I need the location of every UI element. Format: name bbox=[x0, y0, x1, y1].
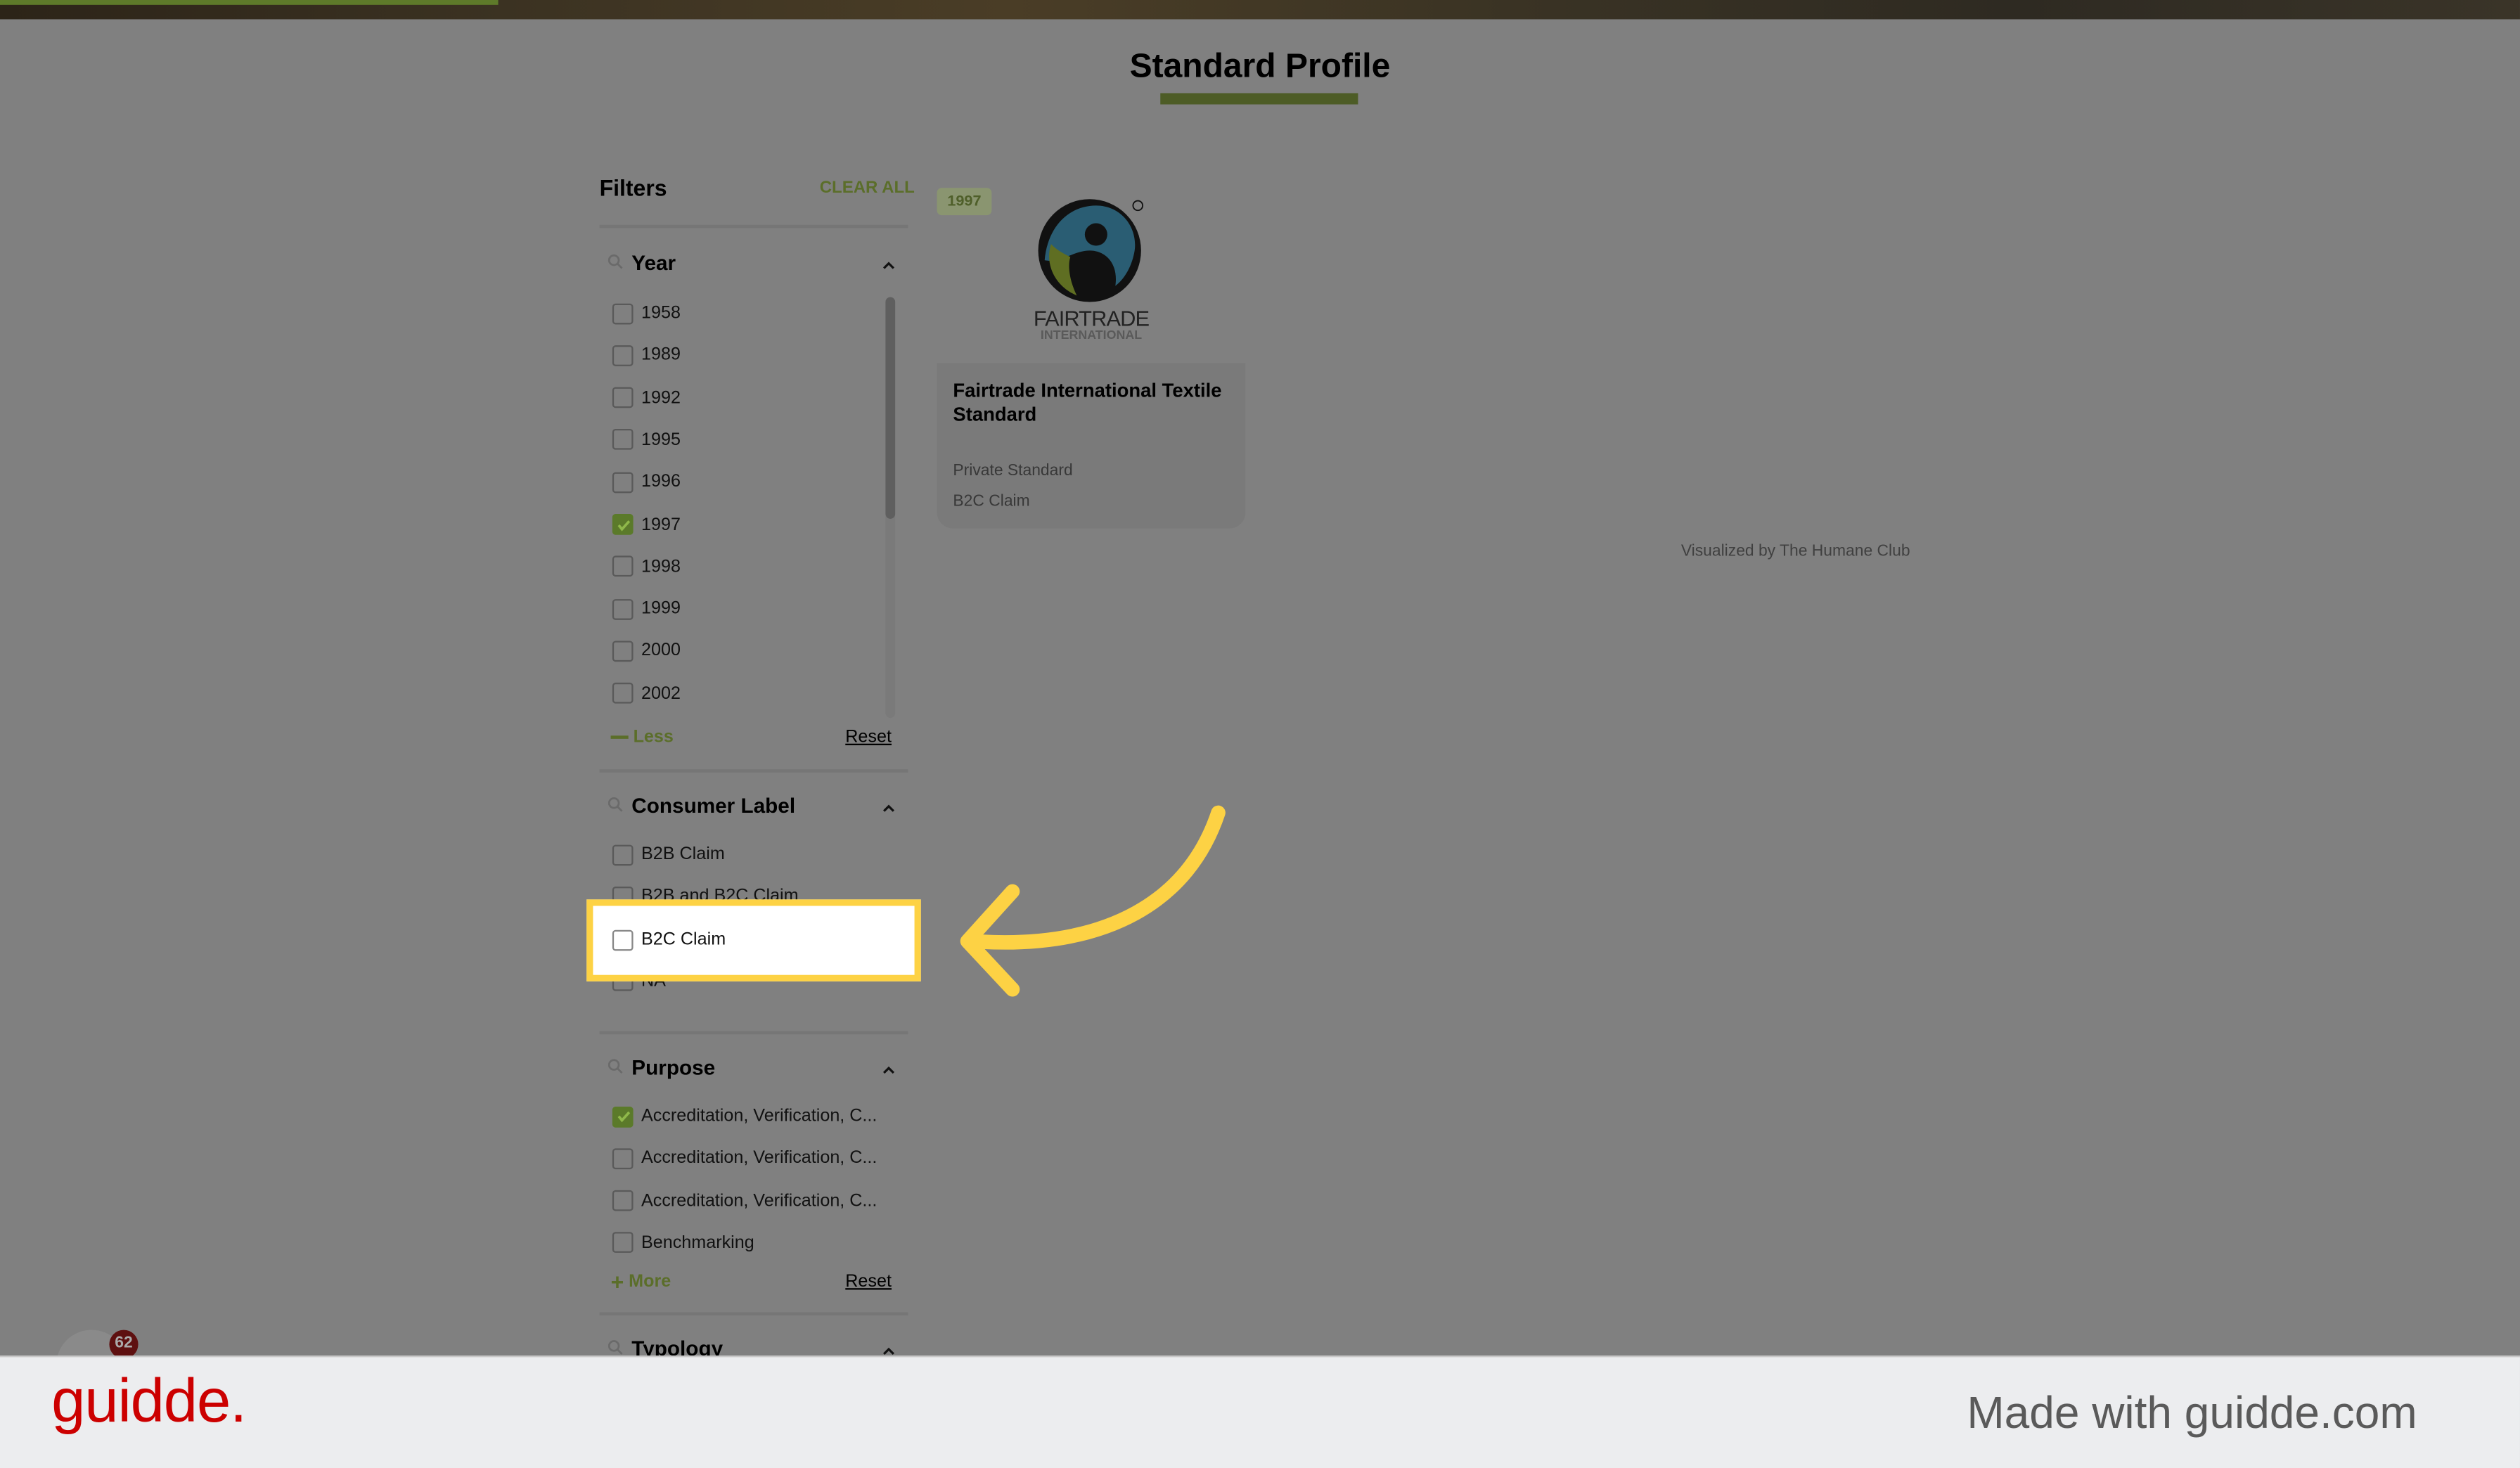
plus-icon: + bbox=[610, 1268, 624, 1295]
card-type: Private Standard bbox=[953, 462, 1073, 481]
option-label: B2C Claim bbox=[641, 929, 726, 950]
checkbox[interactable] bbox=[612, 387, 634, 408]
title-underline bbox=[1160, 93, 1358, 105]
page-title: Standard Profile bbox=[1129, 48, 1391, 86]
filter-option[interactable]: Benchmarking bbox=[612, 1232, 754, 1254]
svg-text:INTERNATIONAL: INTERNATIONAL bbox=[1041, 328, 1142, 342]
filter-option[interactable]: 1996 bbox=[612, 471, 681, 494]
option-label: Accreditation, Verification, C... bbox=[641, 1191, 878, 1211]
checkbox[interactable] bbox=[612, 302, 634, 324]
option-label: Benchmarking bbox=[641, 1233, 754, 1253]
checkbox[interactable] bbox=[612, 514, 634, 535]
filter-option[interactable]: Accreditation, Verification, C... bbox=[612, 1147, 878, 1170]
section-title: Purpose bbox=[631, 1055, 716, 1080]
search-icon[interactable] bbox=[608, 794, 624, 818]
filter-option[interactable]: 1998 bbox=[612, 555, 681, 578]
option-label: 1995 bbox=[641, 430, 681, 450]
divider bbox=[599, 1312, 908, 1315]
check-icon bbox=[617, 519, 630, 531]
checkbox[interactable] bbox=[612, 556, 634, 577]
card-title[interactable]: Fairtrade International Textile Standard bbox=[953, 379, 1226, 425]
checkbox[interactable] bbox=[612, 345, 634, 366]
checkbox[interactable] bbox=[612, 1232, 634, 1254]
option-label: B2B Claim bbox=[641, 844, 725, 865]
divider bbox=[599, 224, 908, 228]
reset-button[interactable]: Reset bbox=[845, 1272, 892, 1291]
filter-option[interactable]: Accreditation, Verification, C... bbox=[612, 1190, 878, 1212]
option-label: Accreditation, Verification, C... bbox=[641, 1107, 878, 1126]
checkbox[interactable] bbox=[612, 1147, 634, 1169]
fairtrade-logo: FAIRTRADE INTERNATIONAL bbox=[1034, 199, 1150, 342]
filter-option[interactable]: 2002 bbox=[612, 682, 681, 704]
toggle-label: Less bbox=[633, 727, 674, 747]
filter-option[interactable]: Accreditation, Verification, C... bbox=[612, 1105, 878, 1128]
chevron-up-icon[interactable] bbox=[881, 1062, 897, 1078]
filter-option[interactable]: 1958 bbox=[612, 302, 681, 324]
option-label: Accreditation, Verification, C... bbox=[641, 1149, 878, 1168]
scrollbar-thumb[interactable] bbox=[885, 297, 896, 519]
reset-button[interactable]: Reset bbox=[845, 728, 892, 747]
checkbox[interactable] bbox=[612, 683, 634, 704]
search-icon[interactable] bbox=[608, 250, 624, 274]
option-label: 1998 bbox=[641, 557, 681, 577]
checkbox[interactable] bbox=[612, 640, 634, 662]
check-icon bbox=[617, 1111, 630, 1123]
section-title: Consumer Label bbox=[631, 793, 796, 818]
checkbox[interactable] bbox=[612, 429, 634, 451]
filter-option[interactable]: 1997 bbox=[612, 513, 681, 536]
option-label: 1989 bbox=[641, 345, 681, 366]
checkbox[interactable] bbox=[612, 598, 634, 619]
option-label: 2000 bbox=[641, 641, 681, 661]
toggle-less-button[interactable]: Less bbox=[610, 727, 674, 747]
filter-option-b2c-claim-highlighted[interactable]: B2C Claim bbox=[612, 928, 726, 951]
notification-badge: 62 bbox=[109, 1329, 139, 1359]
made-with-text: Made with guidde.com bbox=[1967, 1387, 2417, 1438]
chevron-up-icon[interactable] bbox=[881, 257, 897, 273]
progress-line bbox=[0, 0, 499, 5]
option-label: 1999 bbox=[641, 599, 681, 619]
toggle-more-button[interactable]: + More bbox=[610, 1268, 671, 1295]
checkbox[interactable] bbox=[612, 1190, 634, 1211]
search-icon[interactable] bbox=[608, 1055, 624, 1079]
divider bbox=[599, 1031, 908, 1034]
minus-icon bbox=[610, 735, 629, 739]
checkbox[interactable] bbox=[612, 844, 634, 865]
filter-option[interactable]: 1999 bbox=[612, 598, 681, 620]
checkbox[interactable] bbox=[612, 1105, 634, 1127]
filter-option[interactable]: 1989 bbox=[612, 345, 681, 367]
guidde-logo: guidde. bbox=[51, 1368, 247, 1436]
filter-option[interactable]: 1992 bbox=[612, 387, 681, 409]
chevron-up-icon[interactable] bbox=[881, 800, 897, 816]
card-claim: B2C Claim bbox=[953, 493, 1030, 511]
filter-section-header[interactable]: Purpose bbox=[608, 1055, 715, 1079]
filters-heading: Filters bbox=[599, 175, 667, 201]
checkbox[interactable] bbox=[612, 471, 634, 493]
option-label: 1996 bbox=[641, 472, 681, 492]
option-label: 2002 bbox=[641, 683, 681, 703]
clear-all-button[interactable]: CLEAR ALL bbox=[820, 179, 915, 198]
filter-option[interactable]: B2B Claim bbox=[612, 843, 725, 865]
pointer-arrow-icon bbox=[960, 805, 1226, 997]
filter-section-header[interactable]: Year bbox=[608, 250, 676, 275]
divider bbox=[599, 769, 908, 772]
section-title: Year bbox=[631, 250, 676, 275]
option-label: 1997 bbox=[641, 515, 681, 534]
option-label: 1958 bbox=[641, 303, 681, 323]
checkbox[interactable] bbox=[612, 929, 634, 951]
toggle-label: More bbox=[629, 1272, 671, 1292]
year-badge: 1997 bbox=[937, 188, 992, 216]
option-label: 1992 bbox=[641, 387, 681, 408]
filter-option[interactable]: 2000 bbox=[612, 640, 681, 662]
filter-section-header[interactable]: Consumer Label bbox=[608, 794, 795, 818]
credit-text: Visualized by The Humane Club bbox=[1680, 543, 1910, 561]
filter-option[interactable]: 1995 bbox=[612, 429, 681, 451]
